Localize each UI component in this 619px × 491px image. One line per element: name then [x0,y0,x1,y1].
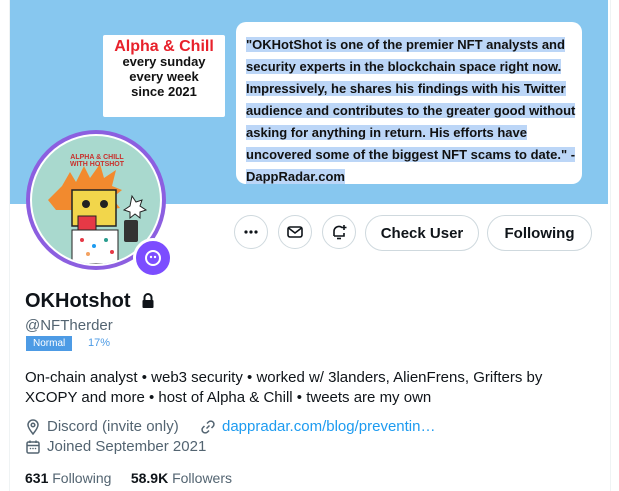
check-user-button[interactable]: Check User [365,215,479,251]
avatar-caption: ALPHA & CHILL WITH HOTSHOT [69,154,125,168]
promo-title: Alpha & Chill [114,38,214,55]
following-stat[interactable]: 631 Following [25,470,111,486]
message-button[interactable] [278,215,312,249]
location-pin-icon [27,418,39,435]
notify-button[interactable] [322,215,356,249]
banner-promo: Alpha & Chill every sunday every week si… [103,35,225,117]
more-icon [244,230,258,234]
status-percent: 17% [88,337,111,349]
banner-quote: "OKHotShot is one of the premier NFT ana… [236,22,582,184]
location-row: Discord (invite only) [25,418,179,435]
followers-count: 58.9K [130,470,169,486]
joined-row: Joined September 2021 [25,438,206,455]
calendar-icon [26,440,40,454]
profile-location: Discord (invite only) [47,418,179,435]
following-count: 631 [25,470,49,486]
verified-badge[interactable] [133,238,173,278]
profile-link[interactable]: dappradar.com/blog/preventin… [222,418,435,435]
quote-text: "OKHotShot is one of the premier NFT ana… [246,37,576,184]
promo-line: every week [129,69,199,84]
profile-handle: @NFTherder [25,317,113,334]
link-icon [201,419,215,434]
followers-stat[interactable]: 58.9K Followers [131,470,232,486]
promo-line: since 2021 [131,84,197,99]
followers-label: Followers [172,470,232,486]
following-button[interactable]: Following [487,215,592,251]
mask-icon [145,250,161,266]
more-options-button[interactable] [234,215,268,249]
bell-plus-icon [333,225,347,240]
profile-name: OKHotshot [25,290,131,312]
promo-line: every sunday [122,54,206,69]
profile-bio: On-chain analyst • web3 security • worke… [25,369,543,406]
profile-joined: Joined September 2021 [47,438,207,455]
following-label: Following [52,470,112,486]
lock-icon [142,293,154,308]
profile-stats: 631 Following 58.9K Followers [25,470,232,486]
envelope-icon [287,226,303,238]
status-badge: Normal [26,336,73,351]
link-row[interactable]: dappradar.com/blog/preventin… [200,418,435,435]
